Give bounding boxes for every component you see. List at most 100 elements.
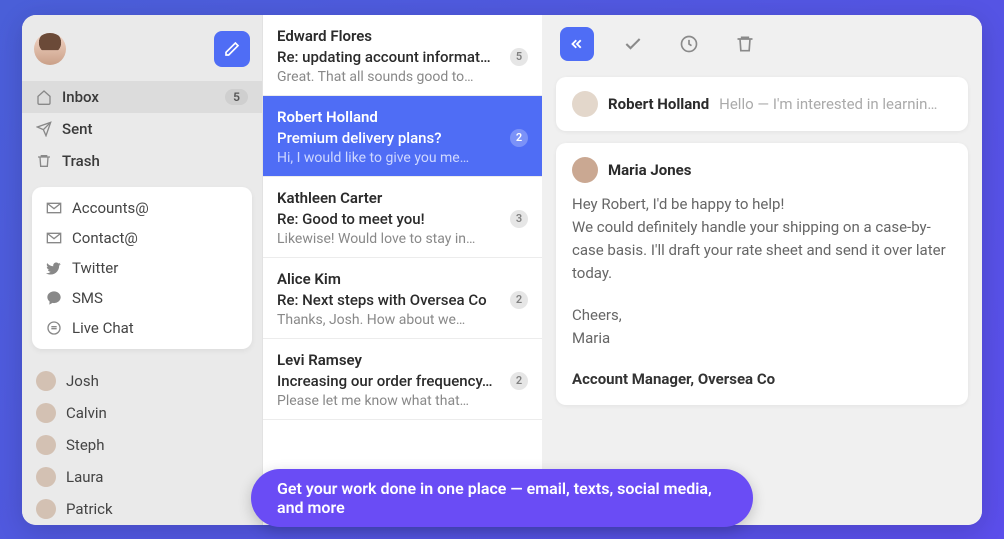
conv-sender: Alice Kim (277, 270, 528, 288)
unread-count: 5 (225, 89, 248, 105)
conv-preview: Please let me know what that… (277, 393, 528, 409)
mail-icon (46, 230, 62, 246)
conv-preview: Hi, I would like to give you me… (277, 150, 528, 166)
body-signature-title: Account Manager, Oversea Co (572, 368, 952, 391)
conv-subject: Re: Next steps with Oversea Co (277, 291, 502, 309)
check-icon (623, 34, 643, 54)
teammate-josh[interactable]: Josh (22, 365, 262, 397)
conv-subject: Premium delivery plans? (277, 129, 502, 147)
reader-toolbar (556, 27, 968, 65)
conv-sender: Edward Flores (277, 27, 528, 45)
teammate-steph[interactable]: Steph (22, 429, 262, 461)
conversation-item[interactable]: Edward Flores Re: updating account infor… (263, 15, 542, 96)
conv-subject: Increasing our order frequency… (277, 372, 502, 390)
avatar-icon (36, 499, 56, 519)
mail-icon (46, 200, 62, 216)
channel-label: Accounts@ (72, 199, 149, 217)
mark-done-button[interactable] (616, 27, 650, 61)
conversation-item[interactable]: Levi Ramsey Increasing our order frequen… (263, 339, 542, 420)
conv-count: 3 (510, 210, 528, 228)
teammate-name: Josh (66, 372, 99, 390)
teammate-name: Patrick (66, 500, 113, 518)
body-signoff: Cheers, (572, 304, 952, 327)
avatar-icon (36, 467, 56, 487)
body-line: We could definitely handle your shipping… (572, 216, 952, 286)
teammate-name: Laura (66, 468, 103, 486)
conversation-item[interactable]: Alice Kim Re: Next steps with Oversea Co… (263, 258, 542, 339)
conv-preview: Great. That all sounds good to… (277, 69, 528, 85)
channel-label: Live Chat (72, 319, 134, 337)
chat-icon (46, 290, 62, 306)
teammate-name: Calvin (66, 404, 107, 422)
conv-sender: Levi Ramsey (277, 351, 528, 369)
trash-icon (36, 153, 52, 169)
home-icon (36, 89, 52, 105)
sidebar: Inbox 5 Sent Trash Accounts@ Contact@ Tw… (22, 15, 262, 525)
cta-banner[interactable]: Get your work done in one place — email,… (251, 469, 753, 527)
sent-icon (36, 121, 52, 137)
clock-icon (679, 34, 699, 54)
avatar-icon (36, 403, 56, 423)
reply-all-icon (568, 35, 586, 53)
folder-label: Inbox (62, 88, 215, 106)
conv-count: 2 (510, 372, 528, 390)
channel-accounts[interactable]: Accounts@ (32, 193, 252, 223)
delete-button[interactable] (728, 27, 762, 61)
twitter-icon (46, 260, 62, 276)
trash-icon (735, 34, 755, 54)
reader-pane: Robert Holland Hello — I'm interested in… (542, 15, 982, 525)
channel-label: SMS (72, 289, 103, 307)
conversation-item[interactable]: Robert Holland Premium delivery plans? 2… (263, 96, 542, 177)
teammates-list: Josh Calvin Steph Laura Patrick (22, 359, 262, 525)
teammate-name: Steph (66, 436, 104, 454)
channel-sms[interactable]: SMS (32, 283, 252, 313)
conversation-list[interactable]: Edward Flores Re: updating account infor… (262, 15, 542, 525)
folder-sent[interactable]: Sent (22, 113, 262, 145)
message-card: Maria Jones Hey Robert, I'd be happy to … (556, 143, 968, 406)
message-author: Maria Jones (608, 161, 691, 179)
conv-subject: Re: updating account informat… (277, 48, 502, 66)
teammate-patrick[interactable]: Patrick (22, 493, 262, 525)
teammate-calvin[interactable]: Calvin (22, 397, 262, 429)
conv-count: 5 (510, 48, 528, 66)
avatar-icon (572, 91, 598, 117)
snooze-button[interactable] (672, 27, 706, 61)
avatar-icon (572, 157, 598, 183)
channel-twitter[interactable]: Twitter (32, 253, 252, 283)
thread-header-card[interactable]: Robert Holland Hello — I'm interested in… (556, 77, 968, 131)
conv-sender: Robert Holland (277, 108, 528, 126)
sidebar-header (22, 25, 262, 81)
body-line: Hey Robert, I'd be happy to help! (572, 193, 952, 216)
reply-all-button[interactable] (560, 27, 594, 61)
folder-label: Sent (62, 120, 248, 138)
body-name: Maria (572, 327, 952, 350)
avatar-icon (36, 435, 56, 455)
channel-label: Twitter (72, 259, 118, 277)
folder-label: Trash (62, 152, 248, 170)
thread-excerpt: Hello — I'm interested in learnin… (719, 95, 937, 113)
conv-preview: Likewise! Would love to stay in… (277, 231, 528, 247)
conv-count: 2 (510, 129, 528, 147)
avatar-icon (36, 371, 56, 391)
channel-contact[interactable]: Contact@ (32, 223, 252, 253)
folder-trash[interactable]: Trash (22, 145, 262, 177)
channel-livechat[interactable]: Live Chat (32, 313, 252, 343)
thread-from: Robert Holland (608, 95, 709, 113)
conv-count: 2 (510, 291, 528, 309)
conv-sender: Kathleen Carter (277, 189, 528, 207)
livechat-icon (46, 320, 62, 336)
current-user-avatar[interactable] (34, 33, 66, 65)
cta-text: Get your work done in one place — email,… (277, 479, 712, 517)
folder-inbox[interactable]: Inbox 5 (22, 81, 262, 113)
pencil-icon (224, 41, 240, 57)
compose-button[interactable] (214, 31, 250, 67)
message-body: Hey Robert, I'd be happy to help! We cou… (572, 193, 952, 392)
channel-label: Contact@ (72, 229, 138, 247)
app-window: Inbox 5 Sent Trash Accounts@ Contact@ Tw… (22, 15, 982, 525)
channels-card: Accounts@ Contact@ Twitter SMS Live Chat (32, 187, 252, 349)
conversation-item[interactable]: Kathleen Carter Re: Good to meet you! 3 … (263, 177, 542, 258)
conv-subject: Re: Good to meet you! (277, 210, 502, 228)
teammate-laura[interactable]: Laura (22, 461, 262, 493)
message-from-row: Maria Jones (572, 157, 952, 183)
conv-preview: Thanks, Josh. How about we… (277, 312, 528, 328)
